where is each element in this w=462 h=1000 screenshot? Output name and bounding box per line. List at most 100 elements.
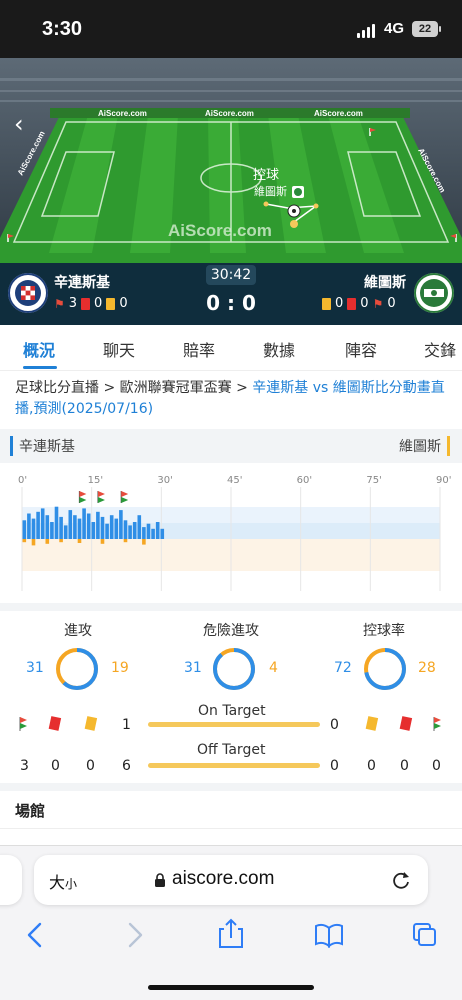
pressure-timeline: 0' 15' 30' 45' 60' 75' 90': [0, 463, 462, 603]
yellow-card-icon: [84, 716, 98, 731]
home-yellow-count: 0: [86, 758, 95, 774]
corner-flag-icon: ⚑: [54, 296, 65, 311]
timeline-tick-label: 0': [18, 475, 27, 486]
home-pressure-bar: [27, 513, 31, 539]
home-corners: 3: [68, 296, 78, 311]
tabs-icon[interactable]: [413, 923, 436, 946]
away-corners: 0: [387, 296, 396, 311]
back-icon[interactable]: [27, 922, 42, 948]
away-pressure-bar: [123, 539, 128, 543]
away-team-name[interactable]: 維圖斯: [364, 272, 406, 292]
browser-toolbar: 大小 aiscore.com: [0, 845, 462, 1000]
address-bar[interactable]: 大小 aiscore.com: [34, 855, 428, 905]
home-pressure-bar: [82, 508, 86, 539]
home-yellow-cards: 0: [119, 296, 128, 311]
stat-title: 控球率: [363, 623, 405, 639]
home-stats-row: ⚑ 3 0 0: [54, 296, 128, 311]
home-pressure-bar: [77, 518, 82, 539]
away-corners-count: 0: [432, 758, 441, 774]
home-pressure-bar: [86, 513, 91, 539]
breadcrumb-separator: >: [99, 380, 120, 396]
divider: [0, 828, 462, 829]
home-pressure-bar: [114, 518, 119, 539]
on-target-label: On Target: [198, 703, 266, 719]
home-pressure-bar: [36, 511, 40, 539]
home-pressure-bar: [109, 515, 114, 539]
tab-data[interactable]: 數據: [263, 337, 295, 361]
network-label: 4G: [384, 20, 405, 37]
home-pressure-bar: [119, 510, 123, 539]
text-size-large: 大: [49, 873, 66, 892]
status-time: 3:30: [42, 18, 83, 40]
home-pressure-bar: [54, 506, 59, 539]
red-card-icon: [347, 297, 357, 310]
timeline-tick-label: 60': [297, 475, 312, 486]
pitch-ad: AiScore.com: [205, 109, 254, 118]
away-pressure-bar: [45, 539, 50, 544]
on-target-bar: [148, 722, 320, 727]
breadcrumb: 足球比分直播 > 歐洲聯賽冠軍盃賽 > 辛連斯基 vs 維圖斯比分動畫直播,預測…: [15, 378, 455, 420]
tab-bar: 概況 聊天 賠率 數據 陣容 交鋒: [0, 325, 462, 371]
reload-icon[interactable]: [390, 869, 412, 891]
match-score: 0 : 0: [206, 291, 256, 315]
yellow-card-icon: [365, 716, 379, 731]
yellow-card-icon: [106, 297, 116, 310]
away-pressure-bar: [31, 539, 36, 546]
breadcrumb-item[interactable]: 足球比分直播: [15, 380, 99, 396]
text-size-small: 小: [65, 877, 78, 891]
home-pressure-bar: [73, 515, 77, 539]
home-pressure-bar: [59, 516, 63, 539]
home-pressure-bar: [123, 520, 128, 539]
off-target-bar: [148, 763, 320, 768]
off-target-label: Off Target: [197, 742, 266, 758]
tab-chat[interactable]: 聊天: [103, 337, 135, 361]
tab-overview[interactable]: 概況: [23, 337, 55, 361]
home-pressure-bar: [151, 528, 155, 539]
text-size-button[interactable]: 大小: [49, 869, 77, 893]
back-icon[interactable]: ‹: [14, 110, 24, 138]
away-yellow-count: 0: [367, 758, 376, 774]
home-on-target: 1: [122, 717, 131, 733]
home-pressure-bar: [128, 525, 132, 539]
lock-icon: [155, 873, 165, 887]
previous-tab-peek[interactable]: [0, 855, 22, 905]
breadcrumb-item[interactable]: 歐洲聯賽冠軍盃賽: [120, 380, 232, 396]
home-pressure-bar: [132, 522, 137, 539]
home-pressure-bar: [155, 522, 160, 539]
home-team-name[interactable]: 辛連斯基: [54, 272, 110, 292]
stat-title: 危險進攻: [203, 623, 259, 639]
tab-odds[interactable]: 賠率: [183, 337, 215, 361]
ball-marker: [290, 220, 298, 228]
stat-donut: [56, 648, 98, 690]
browser-nav: [27, 918, 436, 949]
tab-h2h[interactable]: 交鋒: [424, 337, 456, 361]
home-red-count: 0: [51, 758, 60, 774]
stat-donut: [364, 648, 406, 690]
red-card-icon: [399, 716, 413, 731]
timeline-home-label: 辛連斯基: [10, 436, 75, 456]
status-bar: 3:30 4G 22: [0, 0, 462, 58]
away-red-count: 0: [400, 758, 409, 774]
home-pressure-bar: [31, 518, 36, 539]
away-off-target: 0: [330, 758, 339, 774]
tab-lineup[interactable]: 陣容: [345, 337, 377, 361]
corner-flag-icon: [19, 717, 27, 731]
away-pressure-bar: [22, 539, 27, 543]
pitch-event-team: 維圖斯: [254, 185, 287, 198]
donut-home-arc: [213, 648, 255, 690]
timeline-tick-label: 45': [227, 475, 242, 486]
pitch-svg: AiScore.com AiScore.com AiScore.com AiSc…: [0, 58, 462, 263]
home-indicator: [148, 985, 314, 990]
red-card-icon: [48, 716, 62, 731]
home-pressure-bar: [96, 511, 100, 539]
url-text[interactable]: aiscore.com: [172, 868, 274, 890]
section-divider: [0, 603, 462, 611]
share-icon[interactable]: [219, 918, 243, 948]
timeline-header: 辛連斯基 維圖斯: [0, 429, 462, 463]
forward-icon[interactable]: [128, 922, 143, 948]
home-pressure-bar: [91, 522, 96, 539]
bookmarks-icon[interactable]: [315, 923, 343, 949]
corner-flag-icon: [433, 717, 441, 731]
home-pressure-bar: [160, 528, 165, 539]
home-pressure-bar: [100, 516, 105, 539]
